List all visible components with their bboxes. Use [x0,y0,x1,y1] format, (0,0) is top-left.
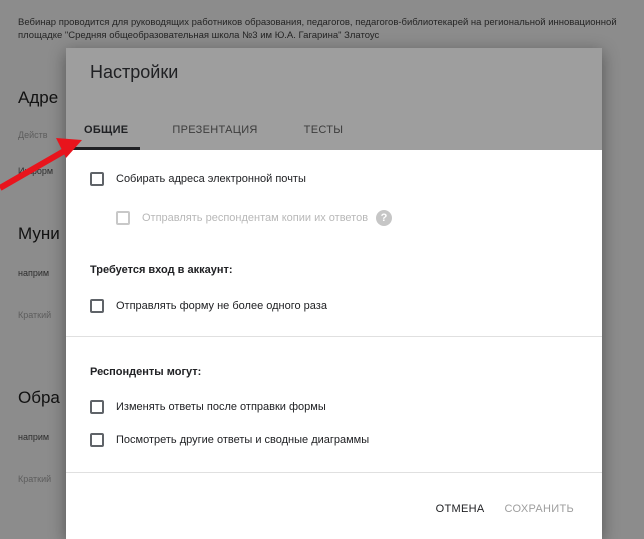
send-copies-checkbox [116,211,130,225]
section-divider [66,336,602,337]
dialog-title: Настройки [90,62,179,82]
save-button[interactable]: СОХРАНИТЬ [494,499,584,519]
tab-presentation[interactable]: ПРЕЗЕНТАЦИЯ [154,114,275,150]
collect-emails-option[interactable]: Собирать адреса электронной почты [90,172,306,186]
edit-after-label: Изменять ответы после отправки формы [116,401,326,413]
collect-emails-checkbox[interactable] [90,172,104,186]
limit-one-option[interactable]: Отправлять форму не более одного раза [90,299,327,313]
send-copies-label: Отправлять респондентам копии их ответов [142,212,369,224]
see-summary-label: Посмотреть другие ответы и сводные диагр… [116,434,370,446]
see-summary-checkbox[interactable] [90,433,104,447]
edit-after-option[interactable]: Изменять ответы после отправки формы [90,400,326,414]
settings-dialog: Настройки ОБЩИЕ ПРЕЗЕНТАЦИЯ ТЕСТЫ Собира… [66,48,602,539]
see-summary-option[interactable]: Посмотреть другие ответы и сводные диагр… [90,433,369,447]
edit-after-checkbox[interactable] [90,400,104,414]
tab-general[interactable]: ОБЩИЕ [66,114,146,150]
footer-divider [66,472,602,473]
limit-one-checkbox[interactable] [90,299,104,313]
tab-quizzes[interactable]: ТЕСТЫ [286,114,362,150]
respondents-can-heading: Респонденты могут: [90,366,202,378]
dialog-actions: ОТМЕНА СОХРАНИТЬ [426,499,584,519]
dialog-header: Настройки ОБЩИЕ ПРЕЗЕНТАЦИЯ ТЕСТЫ [66,48,602,150]
login-required-heading: Требуется вход в аккаунт: [90,264,233,276]
collect-emails-label: Собирать адреса электронной почты [116,173,306,185]
help-icon[interactable]: ? [376,210,393,226]
send-copies-option: Отправлять респондентам копии их ответов… [116,210,393,226]
settings-tabs: ОБЩИЕ ПРЕЗЕНТАЦИЯ ТЕСТЫ [66,114,361,150]
cancel-button[interactable]: ОТМЕНА [426,499,495,519]
limit-one-label: Отправлять форму не более одного раза [116,300,327,312]
